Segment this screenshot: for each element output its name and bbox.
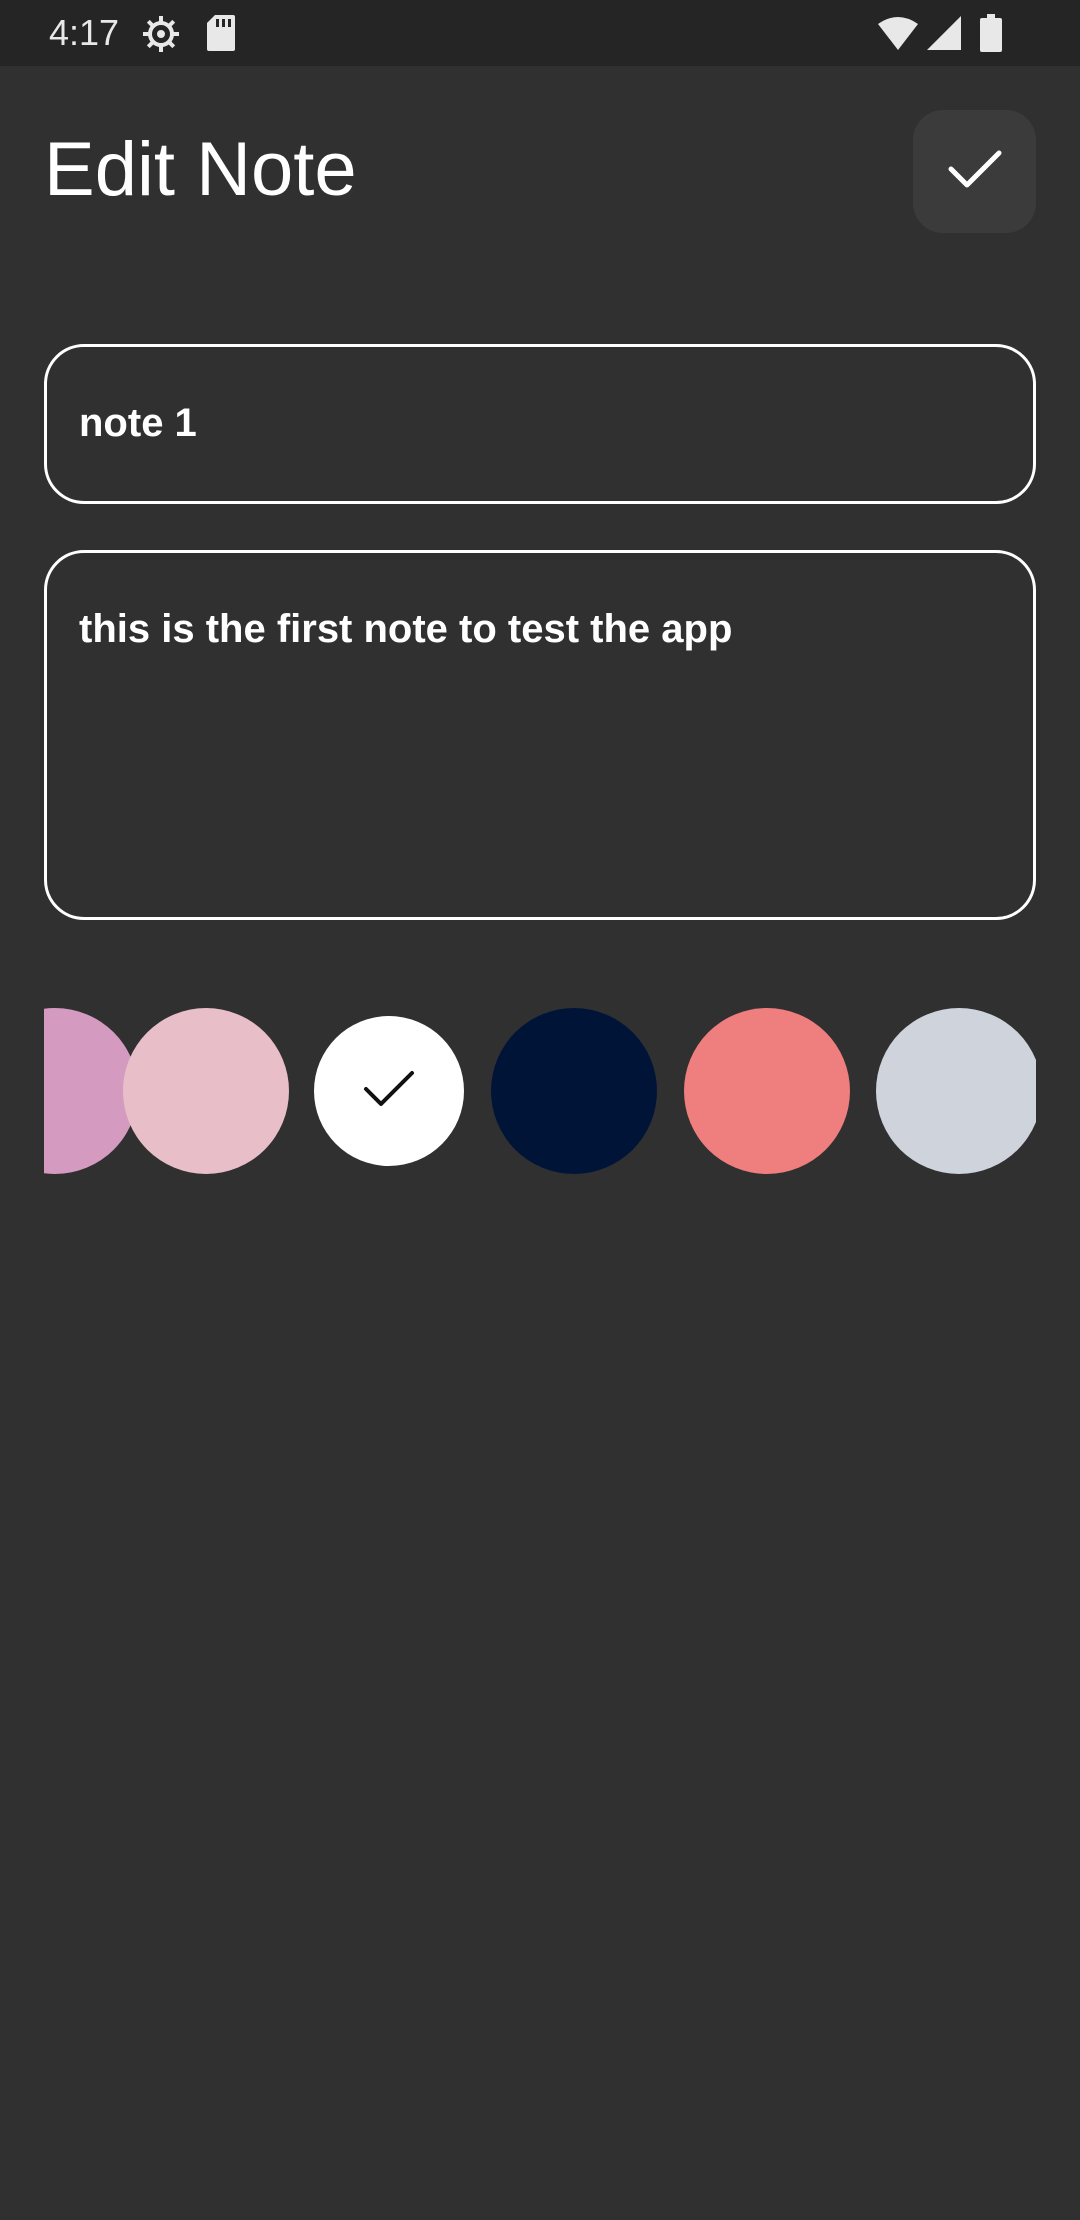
note-title-field[interactable]: note 1 (44, 344, 1036, 504)
sd-card-icon (207, 15, 235, 53)
color-swatch-coral[interactable] (684, 1008, 850, 1174)
note-title-value: note 1 (79, 401, 197, 445)
note-content-value: this is the first note to test the app (79, 607, 733, 651)
status-bar: 4:17 (0, 0, 1080, 66)
check-icon (947, 147, 1003, 196)
color-picker[interactable] (44, 1000, 1036, 1182)
save-button[interactable] (913, 110, 1036, 233)
color-swatch-light-gray[interactable] (876, 1008, 1036, 1174)
page-title: Edit Note (44, 127, 357, 212)
color-swatch-white-selected[interactable] (314, 1016, 464, 1166)
wifi-icon (878, 16, 918, 54)
cell-signal-icon (927, 16, 961, 54)
color-swatch-pink[interactable] (123, 1008, 289, 1174)
color-swatch-navy[interactable] (491, 1008, 657, 1174)
battery-icon (980, 14, 1002, 52)
settings-icon (141, 14, 181, 52)
status-time: 4:17 (49, 12, 120, 53)
note-content-field[interactable]: this is the first note to test the app (44, 550, 1036, 920)
check-icon (362, 1068, 416, 1115)
